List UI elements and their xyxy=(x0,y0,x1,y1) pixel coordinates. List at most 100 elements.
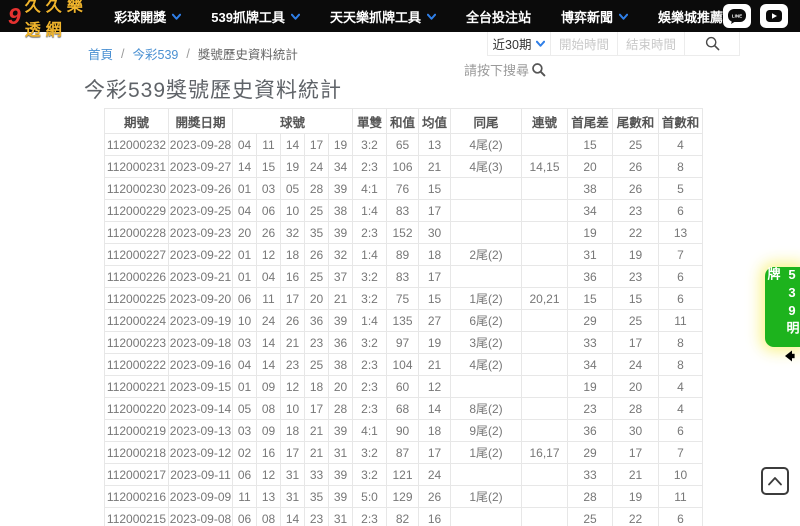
cell-ball: 39 xyxy=(328,177,353,200)
cell-ball: 03 xyxy=(232,331,257,354)
filter-bar: 近30期 開始時間 結束時間 xyxy=(487,32,740,56)
cell-ball: 20 xyxy=(232,221,257,244)
cell-tail-sum: 19 xyxy=(612,243,659,266)
cell-ball: 03 xyxy=(256,177,281,200)
nav-item[interactable]: 博弈新聞 xyxy=(561,7,628,26)
nav-item[interactable]: 彩球開獎 xyxy=(114,7,182,26)
cell-ball: 09 xyxy=(256,419,281,442)
cell-period: 112000223 xyxy=(104,331,169,354)
cell-ball: 21 xyxy=(304,419,329,442)
cell-tail-sum: 15 xyxy=(612,287,659,310)
table-row: 112000223 2023-09-18 03 14 21 23 36 3:2 97 19 3尾(2… xyxy=(104,331,703,354)
cell-odd-even: 3:2 xyxy=(352,133,387,156)
cell-avg: 15 xyxy=(418,177,451,200)
cell-head-tail-diff: 29 xyxy=(567,309,613,332)
cell-sum: 129 xyxy=(386,485,419,508)
cell-head-sum: 6 xyxy=(658,507,703,526)
cell-head-tail-diff: 29 xyxy=(567,441,613,464)
cell-head-tail-diff: 20 xyxy=(567,155,613,178)
cell-avg: 26 xyxy=(418,485,451,508)
cell-date: 2023-09-28 xyxy=(168,133,233,156)
start-date-input[interactable]: 開始時間 xyxy=(550,32,618,56)
cell-ball: 06 xyxy=(232,287,257,310)
cell-head-tail-diff: 31 xyxy=(567,243,613,266)
cell-ball: 01 xyxy=(232,265,257,288)
cell-date: 2023-09-20 xyxy=(168,287,233,310)
table-row: 112000221 2023-09-15 01 09 12 18 20 2:3 60 12 19 20… xyxy=(104,375,703,398)
cell-date: 2023-09-19 xyxy=(168,309,233,332)
cell-ball: 31 xyxy=(280,463,305,486)
cell-odd-even: 4:1 xyxy=(352,177,387,200)
cell-ball: 35 xyxy=(304,485,329,508)
table-row: 112000226 2023-09-21 01 04 16 25 37 3:2 83 17 36 23… xyxy=(104,265,703,288)
col-head-tail-diff: 首尾差 xyxy=(567,108,613,134)
cell-consecutive xyxy=(521,485,568,508)
line-icon[interactable]: LINE xyxy=(723,4,751,28)
cell-head-tail-diff: 36 xyxy=(567,265,613,288)
cell-avg: 15 xyxy=(418,287,451,310)
nav-item-label: 539抓牌工具 xyxy=(211,9,285,25)
cell-period: 112000227 xyxy=(104,243,169,266)
cell-period: 112000232 xyxy=(104,133,169,156)
speaker-icon[interactable] xyxy=(782,349,796,368)
scroll-to-top-button[interactable] xyxy=(761,467,789,495)
promo-539-tab[interactable]: 539明牌 xyxy=(765,267,800,347)
cell-ball: 33 xyxy=(304,463,329,486)
cell-head-sum: 5 xyxy=(658,177,703,200)
page-title: 今彩539獎號歷史資料統計 xyxy=(84,79,343,102)
table-row: 112000222 2023-09-16 04 14 23 25 38 2:3 104 21 4尾(… xyxy=(104,353,703,376)
cell-same-tail xyxy=(450,177,522,200)
col-odd-even: 單雙 xyxy=(352,108,387,134)
cell-date: 2023-09-18 xyxy=(168,331,233,354)
cell-period: 112000216 xyxy=(104,485,169,508)
cell-ball: 18 xyxy=(280,243,305,266)
nav-item[interactable]: 娛樂城推薦 xyxy=(658,7,723,26)
cell-tail-sum: 28 xyxy=(612,397,659,420)
cell-tail-sum: 20 xyxy=(612,375,659,398)
nav-item[interactable]: 全台投注站 xyxy=(466,7,531,26)
cell-period: 112000230 xyxy=(104,177,169,200)
table-row: 112000220 2023-09-14 05 08 10 17 28 2:3 68 14 8尾(2… xyxy=(104,397,703,420)
cell-tail-sum: 19 xyxy=(612,485,659,508)
cell-odd-even: 1:4 xyxy=(352,309,387,332)
cell-ball: 25 xyxy=(304,265,329,288)
search-button[interactable] xyxy=(684,32,740,56)
cell-ball: 08 xyxy=(256,507,281,526)
cell-consecutive xyxy=(521,397,568,420)
cell-consecutive xyxy=(521,221,568,244)
end-date-input[interactable]: 結束時間 xyxy=(617,32,685,56)
range-select[interactable]: 近30期 xyxy=(487,32,551,56)
cell-ball: 39 xyxy=(328,463,353,486)
stats-table: 期號 開獎日期 球號 單雙 和值 均值 同尾 連號 首尾差 尾數和 首數和 11… xyxy=(104,108,703,526)
cell-consecutive xyxy=(521,331,568,354)
site-logo[interactable]: 9 久久樂透網 xyxy=(8,0,96,40)
cell-ball: 04 xyxy=(232,133,257,156)
cell-head-sum: 8 xyxy=(658,155,703,178)
col-consecutive: 連號 xyxy=(521,108,568,134)
cell-avg: 17 xyxy=(418,199,451,222)
cell-head-tail-diff: 33 xyxy=(567,331,613,354)
cell-ball: 11 xyxy=(232,485,257,508)
cell-same-tail: 3尾(2) xyxy=(450,331,522,354)
table-row: 112000230 2023-09-26 01 03 05 28 39 4:1 76 15 38 26… xyxy=(104,177,703,200)
cell-sum: 82 xyxy=(386,507,419,526)
cell-ball: 18 xyxy=(304,375,329,398)
nav-item[interactable]: 天天樂抓牌工具 xyxy=(330,7,436,26)
cell-ball: 17 xyxy=(280,441,305,464)
cell-odd-even: 2:3 xyxy=(352,507,387,526)
cell-ball: 02 xyxy=(232,441,257,464)
cell-sum: 75 xyxy=(386,287,419,310)
cell-consecutive xyxy=(521,133,568,156)
breadcrumb-home-link[interactable]: 首頁 xyxy=(88,44,113,63)
table-header: 期號 開獎日期 球號 單雙 和值 均值 同尾 連號 首尾差 尾數和 首數和 xyxy=(104,108,703,134)
nav-item[interactable]: 539抓牌工具 xyxy=(211,7,300,26)
cell-ball: 32 xyxy=(280,221,305,244)
cell-ball: 05 xyxy=(232,397,257,420)
breadcrumb-section-link[interactable]: 今彩539 xyxy=(133,44,179,63)
cell-same-tail: 4尾(3) xyxy=(450,155,522,178)
cell-ball: 23 xyxy=(304,507,329,526)
cell-ball: 11 xyxy=(256,133,281,156)
youtube-icon[interactable] xyxy=(760,4,788,28)
cell-consecutive: 20,21 xyxy=(521,287,568,310)
cell-head-tail-diff: 36 xyxy=(567,419,613,442)
